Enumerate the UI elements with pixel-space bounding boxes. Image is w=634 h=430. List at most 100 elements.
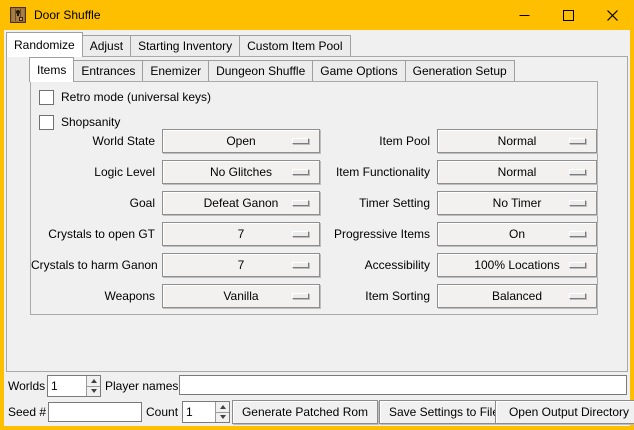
item-pool-dropdown[interactable]: Normal: [437, 129, 597, 153]
worlds-label: Worlds: [8, 376, 45, 396]
weapons-label: Weapons: [31, 284, 155, 308]
door-icon: [10, 7, 26, 23]
dropdown-indicator-icon: [292, 200, 309, 206]
count-label: Count: [146, 402, 178, 422]
retro-mode-checkbox[interactable]: [39, 90, 54, 105]
arrow-down-icon: [91, 389, 97, 393]
dropdown-indicator-icon: [569, 169, 586, 175]
progressive-items-value: On: [509, 224, 525, 244]
goal-label: Goal: [31, 191, 155, 215]
player-names-input[interactable]: [179, 375, 627, 395]
options-grid: World State Open Item Pool Normal Logic …: [31, 129, 595, 315]
tab-adjust[interactable]: Adjust: [82, 35, 131, 56]
dropdown-indicator-icon: [569, 231, 586, 237]
maximize-icon: [563, 10, 574, 21]
logic-level-label: Logic Level: [31, 160, 155, 184]
dropdown-indicator-icon: [292, 293, 309, 299]
minimize-button[interactable]: [502, 0, 546, 30]
shopsanity-checkbox[interactable]: [39, 115, 54, 130]
sub-tab-bar: Items Entrances Enemizer Dungeon Shuffle…: [7, 57, 627, 81]
spin-down-button[interactable]: [216, 412, 229, 423]
item-functionality-label: Item Functionality: [327, 160, 430, 184]
window-controls: [502, 0, 634, 30]
goal-dropdown[interactable]: Defeat Ganon: [162, 191, 320, 215]
minimize-icon: [519, 10, 530, 21]
count-input[interactable]: [183, 402, 215, 422]
crystals-ganon-dropdown[interactable]: 7: [162, 253, 320, 277]
worlds-spinbox[interactable]: [47, 375, 101, 397]
seed-input[interactable]: [48, 402, 142, 422]
window-title: Door Shuffle: [34, 8, 101, 22]
item-pool-label: Item Pool: [327, 129, 430, 153]
title-bar[interactable]: Door Shuffle: [0, 0, 634, 30]
spin-up-button[interactable]: [87, 376, 100, 386]
goal-value: Defeat Ganon: [204, 193, 279, 213]
item-pool-value: Normal: [498, 131, 537, 151]
tab-custom-item-pool[interactable]: Custom Item Pool: [239, 35, 350, 56]
dropdown-indicator-icon: [569, 293, 586, 299]
worlds-input[interactable]: [48, 376, 86, 396]
dropdown-indicator-icon: [292, 262, 309, 268]
item-functionality-value: Normal: [498, 162, 537, 182]
worlds-spin-arrows: [86, 376, 100, 396]
timer-setting-value: No Timer: [493, 193, 542, 213]
seed-label: Seed #: [8, 402, 46, 422]
weapons-value: Vanilla: [223, 286, 258, 306]
tab-enemizer[interactable]: Enemizer: [142, 60, 209, 81]
tab-entrances[interactable]: Entrances: [73, 60, 143, 81]
window: Door Shuffle Randomize: [0, 0, 634, 430]
logic-level-dropdown[interactable]: No Glitches: [162, 160, 320, 184]
dropdown-indicator-icon: [292, 231, 309, 237]
item-functionality-dropdown[interactable]: Normal: [437, 160, 597, 184]
count-spin-arrows: [215, 402, 229, 422]
retro-mode-label: Retro mode (universal keys): [61, 90, 211, 104]
tab-game-options[interactable]: Game Options: [312, 60, 405, 81]
generate-patched-rom-button[interactable]: Generate Patched Rom: [232, 400, 378, 424]
count-spinbox[interactable]: [182, 401, 230, 423]
retro-mode-checkbox-row[interactable]: Retro mode (universal keys): [39, 88, 211, 106]
tab-dungeon-shuffle[interactable]: Dungeon Shuffle: [208, 60, 313, 81]
maximize-button[interactable]: [546, 0, 590, 30]
dropdown-indicator-icon: [292, 169, 309, 175]
spin-up-button[interactable]: [216, 402, 229, 412]
accessibility-value: 100% Locations: [474, 255, 559, 275]
crystals-ganon-label: Crystals to harm Ganon: [31, 253, 155, 277]
timer-setting-dropdown[interactable]: No Timer: [437, 191, 597, 215]
weapons-dropdown[interactable]: Vanilla: [162, 284, 320, 308]
save-settings-button[interactable]: Save Settings to File: [379, 400, 509, 424]
dropdown-indicator-icon: [569, 200, 586, 206]
open-output-directory-button[interactable]: Open Output Directory: [495, 400, 634, 424]
crystals-ganon-value: 7: [238, 255, 245, 275]
item-sorting-value: Balanced: [492, 286, 542, 306]
progressive-items-label: Progressive Items: [327, 222, 430, 246]
shopsanity-label: Shopsanity: [61, 115, 120, 129]
dropdown-indicator-icon: [569, 262, 586, 268]
close-icon: [607, 10, 618, 21]
dropdown-indicator-icon: [569, 138, 586, 144]
arrow-up-icon: [91, 379, 97, 383]
crystals-gt-dropdown[interactable]: 7: [162, 222, 320, 246]
tab-starting-inventory[interactable]: Starting Inventory: [130, 35, 240, 56]
tab-randomize[interactable]: Randomize: [6, 32, 83, 57]
spin-down-button[interactable]: [87, 386, 100, 397]
progressive-items-dropdown[interactable]: On: [437, 222, 597, 246]
main-tab-bar: Randomize Adjust Starting Inventory Cust…: [4, 30, 630, 56]
client-area: Randomize Adjust Starting Inventory Cust…: [4, 30, 630, 426]
dropdown-indicator-icon: [292, 138, 309, 144]
world-state-dropdown[interactable]: Open: [162, 129, 320, 153]
randomize-pane: Items Entrances Enemizer Dungeon Shuffle…: [6, 56, 628, 372]
item-sorting-dropdown[interactable]: Balanced: [437, 284, 597, 308]
tab-generation-setup[interactable]: Generation Setup: [405, 60, 515, 81]
world-state-label: World State: [31, 129, 155, 153]
arrow-down-icon: [220, 415, 226, 419]
player-names-label: Player names: [105, 376, 178, 396]
crystals-gt-label: Crystals to open GT: [31, 222, 155, 246]
items-pane: Retro mode (universal keys) Shopsanity W…: [30, 81, 598, 315]
item-sorting-label: Item Sorting: [327, 284, 430, 308]
timer-setting-label: Timer Setting: [327, 191, 430, 215]
crystals-gt-value: 7: [238, 224, 245, 244]
accessibility-dropdown[interactable]: 100% Locations: [437, 253, 597, 277]
tab-items[interactable]: Items: [29, 57, 74, 82]
close-button[interactable]: [590, 0, 634, 30]
arrow-up-icon: [220, 405, 226, 409]
